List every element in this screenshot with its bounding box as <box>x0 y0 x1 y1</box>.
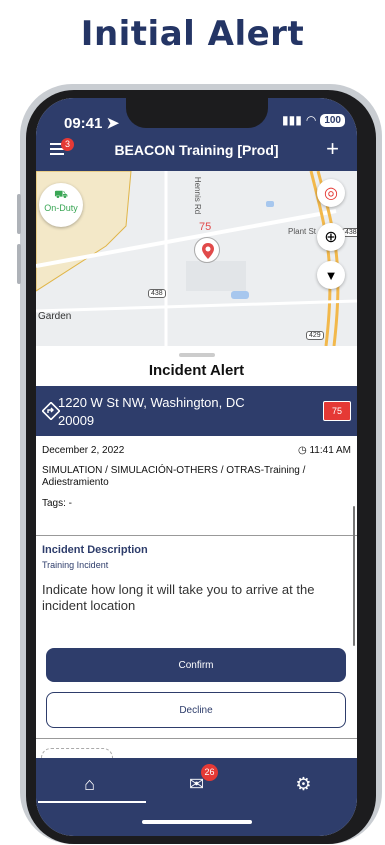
phone-screen: 09:41 ➤ ▮▮▮ ◠ 100 3 BEACON Training [Pro… <box>36 98 357 836</box>
locate-button[interactable]: ⊕ <box>317 223 345 251</box>
incident-tags: Tags: - <box>42 498 73 509</box>
decline-button[interactable]: Decline <box>46 692 346 728</box>
gear-icon: ⚙ <box>295 774 312 794</box>
crosshair-icon: ⊕ <box>324 229 338 246</box>
map-label-garden: Garden <box>38 311 72 322</box>
lifebuoy-button[interactable]: ◎ <box>317 179 345 207</box>
address-bar[interactable]: 1220 W St NW, Washington, DC 20009 75 <box>36 386 357 436</box>
signal-icon: ▮▮▮ <box>282 113 302 127</box>
location-arrow-icon: ➤ <box>106 115 120 132</box>
battery-icon: 100 <box>320 113 345 127</box>
home-indicator <box>142 820 252 824</box>
incident-type: SIMULATION / SIMULACIÓN-OTHERS / OTRAS-T… <box>42 465 306 488</box>
sheet-title: Incident Alert <box>148 362 245 379</box>
page-heading: Initial Alert <box>80 14 305 54</box>
messages-badge: 26 <box>201 764 218 781</box>
on-duty-button[interactable]: ⛟ On-Duty <box>39 183 83 227</box>
incident-time-wrap: ◷ 11:41 AM <box>298 445 351 456</box>
app-header: 09:41 ➤ ▮▮▮ ◠ 100 3 BEACON Training [Pro… <box>36 98 357 171</box>
road-badge-429: 429 <box>306 331 324 340</box>
app-title: BEACON Training [Prod] <box>114 142 279 158</box>
map-label-hennis: Hennis Rd <box>193 176 203 215</box>
incident-info: December 2, 2022 ◷ 11:41 AM SIMULATION /… <box>36 436 357 536</box>
incident-number-badge: 75 <box>323 401 351 421</box>
add-button[interactable]: + <box>326 136 339 162</box>
page: Initial Alert 09:41 ➤ ▮▮▮ ◠ 100 3 BEACON… <box>0 0 385 845</box>
incident-alert-sheet: Incident Alert 1220 W St NW, Washington,… <box>36 346 357 758</box>
volume-up-button <box>17 194 21 234</box>
description-title: Incident Description <box>42 544 148 556</box>
description-text: Training Incident <box>42 560 109 570</box>
scrollbar[interactable] <box>353 506 355 646</box>
confirm-button[interactable]: Confirm <box>46 648 346 682</box>
filter-icon: ▼ <box>324 267 338 283</box>
camera-notch <box>126 98 268 128</box>
lifebuoy-icon: ◎ <box>324 185 338 202</box>
incident-address: 1220 W St NW, Washington, DC 20009 <box>58 395 245 428</box>
tab-bar: ⌂ ✉ 26 ⚙ <box>36 758 357 836</box>
incident-date: December 2, 2022 <box>42 445 125 456</box>
status-time: 09:41 ➤ <box>64 115 120 132</box>
clock-icon: ◷ <box>297 445 307 456</box>
tab-home[interactable]: ⌂ <box>36 774 143 795</box>
incident-description: Incident Description Training Incident I… <box>42 544 350 614</box>
divider <box>36 738 357 739</box>
map-view[interactable]: Garden Hennis Rd Plant St 438 438 429 ⛟ … <box>36 171 357 346</box>
map-label-plant: Plant St <box>288 227 317 236</box>
phone-frame: 09:41 ➤ ▮▮▮ ◠ 100 3 BEACON Training [Pro… <box>17 84 382 844</box>
wifi-icon: ◠ <box>305 113 317 127</box>
incident-pin-label: 75 <box>199 221 212 233</box>
incident-time: 11:41 AM <box>309 445 351 456</box>
tab-messages[interactable]: ✉ <box>143 774 250 795</box>
incident-pin[interactable] <box>194 237 220 263</box>
home-icon: ⌂ <box>84 774 95 794</box>
volume-down-button <box>17 244 21 284</box>
road-badge-438: 438 <box>148 289 166 298</box>
status-icons: ▮▮▮ ◠ 100 <box>282 113 345 127</box>
map-pin-icon <box>202 243 214 259</box>
sheet-handle[interactable] <box>179 353 215 357</box>
filter-button[interactable]: ▼ <box>317 261 345 289</box>
arrival-prompt: Indicate how long it will take you to ar… <box>42 582 315 613</box>
active-tab-indicator <box>38 801 146 803</box>
tab-settings[interactable]: ⚙ <box>250 774 357 795</box>
vehicle-icon: ⛟ <box>54 189 68 201</box>
